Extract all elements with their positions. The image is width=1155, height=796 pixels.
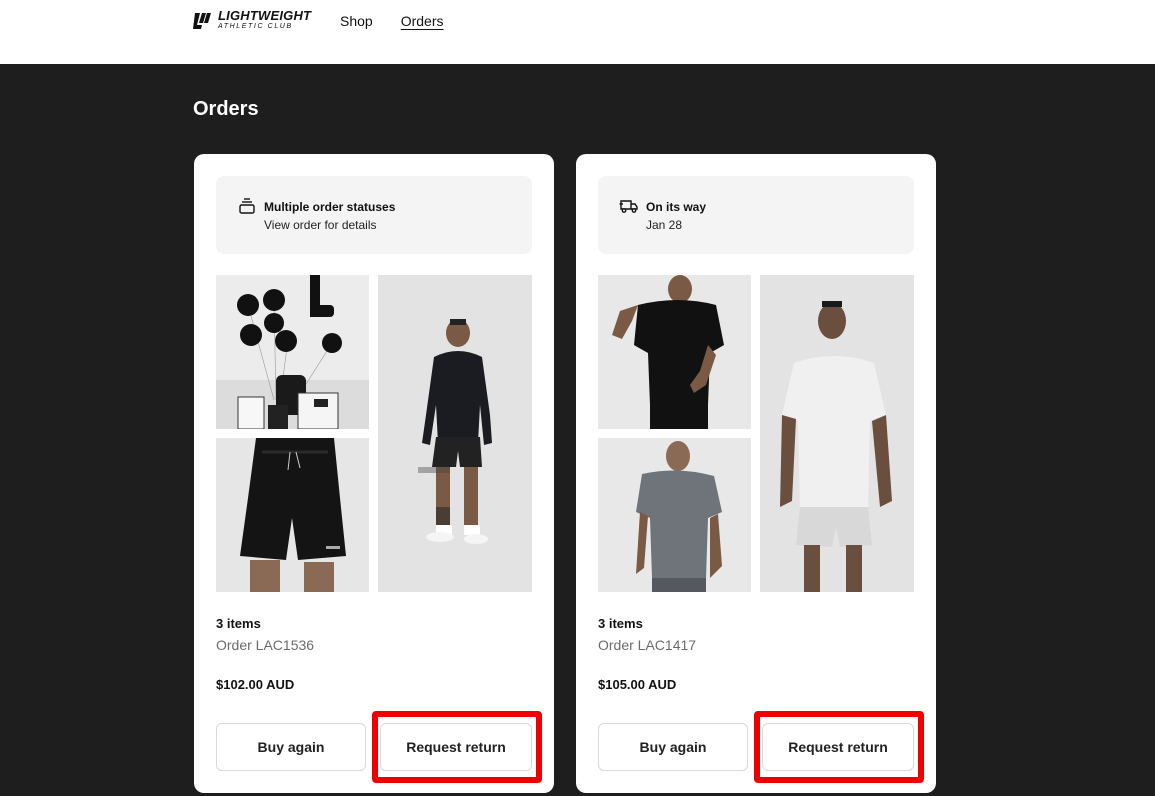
- product-image-white-tee[interactable]: [760, 275, 914, 592]
- order-card[interactable]: On its way Jan 28 3 items Order LAC1417 …: [576, 154, 936, 793]
- status-title: Multiple order statuses: [264, 200, 396, 214]
- request-return-button[interactable]: Request return: [762, 723, 914, 771]
- page-title: Orders: [193, 98, 259, 120]
- request-return-button[interactable]: Request return: [380, 723, 532, 771]
- status-subtitle: Jan 28: [646, 218, 683, 232]
- brand-logo[interactable]: LIGHTWEIGHT ATHLETIC CLUB: [193, 9, 311, 30]
- items-count: 3 items: [598, 616, 643, 631]
- main-nav: Shop Orders: [340, 13, 444, 29]
- order-number: Order LAC1536: [216, 637, 315, 653]
- order-number: Order LAC1417: [598, 637, 697, 653]
- logo-mark-icon: [193, 12, 211, 29]
- order-card[interactable]: Multiple order statuses View order for d…: [194, 154, 554, 793]
- product-image-long-sleeve[interactable]: [378, 275, 532, 592]
- order-price: $105.00 AUD: [598, 677, 677, 692]
- logo-wordmark: LIGHTWEIGHT: [218, 8, 312, 23]
- product-image-balloons[interactable]: [216, 275, 369, 429]
- nav-shop-link[interactable]: Shop: [340, 13, 373, 29]
- buy-again-button[interactable]: Buy again: [598, 723, 748, 771]
- status-title: On its way: [646, 200, 707, 214]
- nav-orders-link[interactable]: Orders: [401, 13, 444, 29]
- stack-icon: [239, 198, 255, 214]
- buy-again-button[interactable]: Buy again: [216, 723, 366, 771]
- product-image-black-tee[interactable]: [598, 275, 751, 429]
- status-subtitle: View order for details: [264, 218, 377, 232]
- delivery-truck-icon: [619, 200, 638, 213]
- items-count: 3 items: [216, 616, 261, 631]
- logo-subtitle: ATHLETIC CLUB: [218, 23, 293, 30]
- order-status-box: Multiple order statuses View order for d…: [216, 176, 532, 254]
- order-price: $102.00 AUD: [216, 677, 295, 692]
- order-status-box: On its way Jan 28: [598, 176, 914, 254]
- product-image-grey-tee[interactable]: [598, 438, 751, 592]
- product-image-shorts[interactable]: [216, 438, 369, 592]
- top-bar: LIGHTWEIGHT ATHLETIC CLUB Shop Orders: [0, 0, 1155, 64]
